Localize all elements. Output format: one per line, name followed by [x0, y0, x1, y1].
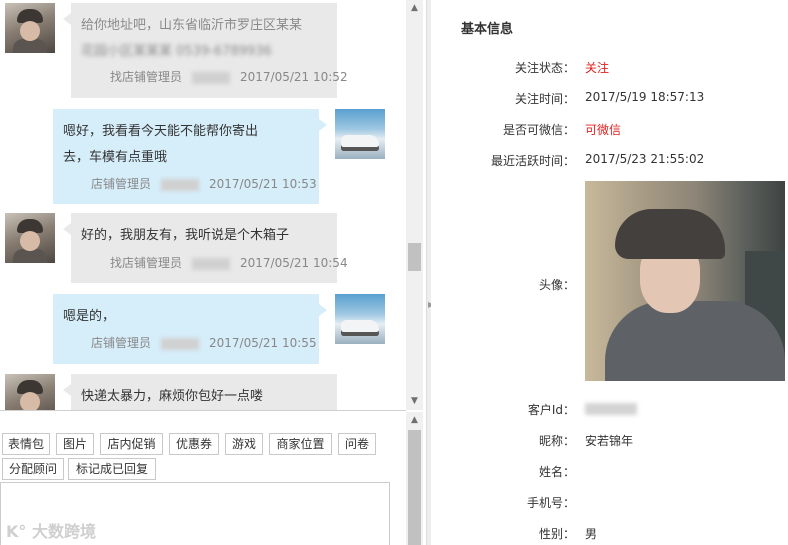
customer-id-label: 客户Id：	[527, 403, 575, 417]
message-sender: 找店铺管理员	[110, 70, 183, 84]
wechat-label: 是否可微信：	[502, 123, 575, 137]
message-sender: 找店铺管理员	[110, 256, 183, 270]
logo-icon: K°	[6, 522, 27, 541]
message-sender: 店铺管理员	[91, 336, 152, 350]
customer-avatar[interactable]	[5, 3, 55, 53]
chat-history: 给你地址吧，山东省临沂市罗庄区某某 花园小区某某某 0539-6789936 找…	[0, 0, 406, 410]
toolbar-scrollbar[interactable]: ▲	[406, 412, 423, 545]
scrollbar-thumb[interactable]	[408, 430, 421, 545]
message-meta: 找店铺管理员 2017/05/21 10:52	[110, 68, 348, 85]
message-text: 花园小区某某某 0539-6789936	[81, 44, 272, 59]
wechat-value: 可微信	[585, 123, 622, 137]
nickname-label: 昵称：	[538, 434, 575, 448]
profile-photo[interactable]	[585, 181, 785, 381]
customer-info-panel: 基本信息 关注状态： 关注 关注时间： 2017/5/19 18:57:13 是…	[431, 0, 788, 545]
follow-time-label: 关注时间：	[514, 92, 575, 106]
scrollbar-thumb[interactable]	[408, 243, 421, 271]
follow-time-value: 2017/5/19 18:57:13	[585, 90, 705, 104]
message-text: 好的，我朋友有，我听说是个木箱子	[81, 228, 290, 243]
store-promotion-button[interactable]: 店内促销	[100, 433, 163, 455]
message-text: 去，车模有点重哦	[63, 150, 168, 165]
avatar-label: 头像：	[538, 278, 575, 292]
watermark-text: 大数跨境	[31, 522, 96, 541]
gender-value: 男	[585, 527, 598, 541]
gender-label: 性别：	[538, 527, 575, 541]
customer-id-value	[585, 401, 637, 415]
message-time: 2017/05/21 10:52	[240, 70, 348, 84]
scroll-down-arrow-icon[interactable]: ▼	[406, 393, 423, 410]
message-text: 嗯是的，	[63, 309, 116, 324]
follow-status-value: 关注	[585, 61, 610, 75]
emoji-button[interactable]: 表情包	[2, 433, 50, 455]
message-text: 快递太暴力，麻烦你包好一点喽	[81, 389, 264, 404]
scroll-up-arrow-icon[interactable]: ▲	[406, 0, 423, 17]
mark-replied-button[interactable]: 标记成已回复	[68, 458, 156, 480]
message-bubble-incoming: 快递太暴力，麻烦你包好一点喽	[63, 374, 337, 410]
watermark-logo: K° 大数跨境	[6, 518, 96, 542]
nickname-value: 安若锦年	[585, 434, 634, 448]
message-meta: 找店铺管理员 2017/05/21 10:54	[110, 254, 348, 271]
coupon-button[interactable]: 优惠券	[169, 433, 219, 455]
last-active-value: 2017/5/23 21:55:02	[585, 152, 705, 166]
customer-avatar[interactable]	[5, 213, 55, 263]
customer-avatar[interactable]	[5, 374, 55, 410]
message-text: 给你地址吧，山东省临沂市罗庄区某某	[81, 18, 303, 33]
phone-label: 手机号：	[526, 496, 575, 510]
message-bubble-outgoing: 嗯是的，	[53, 294, 327, 364]
survey-button[interactable]: 问卷	[338, 433, 376, 455]
store-location-button[interactable]: 商家位置	[269, 433, 332, 455]
image-button[interactable]: 图片	[56, 433, 94, 455]
message-sender: 店铺管理员	[91, 177, 152, 191]
scroll-up-arrow-icon[interactable]: ▲	[406, 412, 423, 429]
message-meta: 店铺管理员 2017/05/21 10:53	[91, 175, 317, 192]
game-button[interactable]: 游戏	[225, 433, 263, 455]
follow-status-label: 关注状态：	[514, 61, 575, 75]
chat-toolbar: 表情包 图片 店内促销 优惠券 游戏 商家位置 问卷 分配顾问 标记成已回复	[0, 410, 406, 481]
info-title: 基本信息	[461, 22, 514, 37]
message-meta: 店铺管理员 2017/05/21 10:55	[91, 334, 317, 351]
store-avatar[interactable]	[335, 109, 385, 159]
message-time: 2017/05/21 10:55	[209, 336, 317, 350]
store-avatar[interactable]	[335, 294, 385, 344]
message-text: 嗯好，我看看今天能不能帮你寄出	[63, 124, 259, 139]
message-bubble-incoming: 好的，我朋友有，我听说是个木箱子	[63, 213, 337, 283]
chat-panel: 给你地址吧，山东省临沂市罗庄区某某 花园小区某某某 0539-6789936 找…	[0, 0, 426, 545]
name-label: 姓名：	[538, 465, 575, 479]
chat-scrollbar[interactable]: ▲ ▼	[406, 0, 423, 410]
message-time: 2017/05/21 10:54	[240, 256, 348, 270]
assign-advisor-button[interactable]: 分配顾问	[2, 458, 64, 480]
message-time: 2017/05/21 10:53	[209, 177, 317, 191]
last-active-label: 最近活跃时间：	[490, 154, 575, 168]
